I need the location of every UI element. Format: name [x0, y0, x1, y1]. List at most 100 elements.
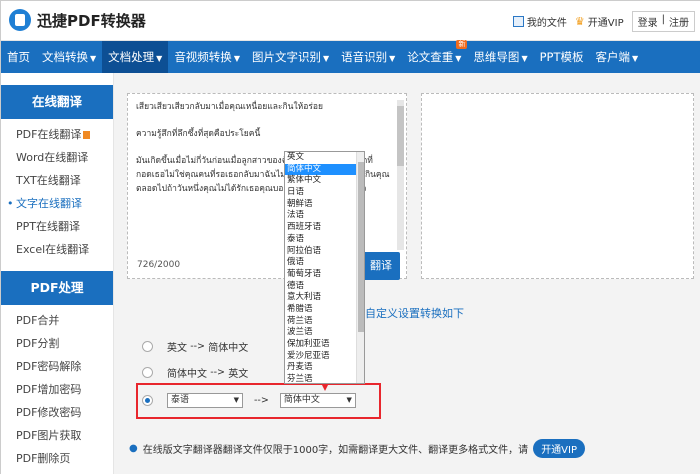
dropdown-option[interactable]: 繁体中文: [285, 175, 364, 187]
login-link[interactable]: 登录: [638, 14, 658, 29]
sidebar-item-items1-4[interactable]: PPT在线翻译: [1, 215, 113, 238]
sidebar-item-items1-2[interactable]: TXT在线翻译: [1, 169, 113, 192]
custom-settings-label: 自定义设置转换如下: [365, 307, 464, 320]
sidebar-item-items2-7[interactable]: PDF旋转: [1, 470, 113, 474]
caret-down-icon: ▼: [322, 54, 330, 63]
dropdown-option[interactable]: 德语: [285, 281, 364, 293]
option-zh-en-to: 英文: [228, 368, 249, 380]
caret-down-icon: ▼: [156, 54, 163, 63]
dropdown-option[interactable]: 丹麦语: [285, 362, 364, 374]
sidebar-item-items2-6[interactable]: PDF删除页: [1, 447, 113, 470]
sidebar-item-label: PDF删除页: [16, 452, 71, 465]
sidebar-item-label: Word在线翻译: [16, 151, 89, 164]
app-name: 迅捷PDF转换器: [37, 11, 146, 30]
radio-zh-en[interactable]: [142, 366, 153, 378]
open-vip-button[interactable]: 开通VIP: [533, 439, 586, 458]
radio-en-zh[interactable]: [142, 340, 153, 352]
nav-item-5[interactable]: 语音识别 ▼: [335, 41, 401, 73]
sidebar-item-items1-3[interactable]: 文字在线翻译: [1, 192, 113, 215]
top-links: 我的文件 ♛ 开通VIP 登录 | 注册: [512, 11, 695, 32]
bullet-icon: ●: [129, 443, 138, 454]
sidebar-item-items2-5[interactable]: PDF图片获取: [1, 424, 113, 447]
crown-icon: ♛: [574, 15, 585, 28]
nav-item-label: 文档转换: [42, 50, 88, 64]
dropdown-option[interactable]: 英文: [285, 152, 364, 164]
nav-item-4[interactable]: 图片文字识别 ▼: [246, 41, 335, 73]
nav-item-label: 思维导图: [473, 50, 520, 64]
nav-item-6[interactable]: 论文查重 ▼ 新: [401, 40, 468, 73]
pdf-icon: [83, 131, 91, 139]
nav-item-0[interactable]: 首页: [1, 41, 36, 73]
new-badge: 新: [456, 40, 468, 49]
sidebar-item-label: 文字在线翻译: [16, 197, 82, 210]
sidebar-item-label: TXT在线翻译: [16, 174, 81, 187]
source-scrollbar[interactable]: [397, 100, 404, 250]
sidebar-item-label: Excel在线翻译: [16, 243, 90, 256]
nav-item-2[interactable]: 文档处理 ▼: [102, 41, 169, 73]
result-text-area[interactable]: [421, 93, 694, 279]
sidebar-item-items2-4[interactable]: PDF修改密码: [1, 401, 113, 424]
nav-item-1[interactable]: 文档转换 ▼: [36, 41, 102, 73]
sidebar-item-items2-0[interactable]: PDF合并: [1, 309, 113, 332]
sidebar-item-label: PDF在线翻译: [16, 128, 82, 141]
dropdown-option[interactable]: 保加利亚语: [285, 339, 364, 351]
vip-link[interactable]: ♛ 开通VIP: [575, 14, 624, 29]
sidebar-item-items1-1[interactable]: Word在线翻译: [1, 146, 113, 169]
nav-item-label: 首页: [7, 50, 30, 64]
option-en-zh-from: 英文: [167, 342, 187, 354]
target-language-dropdown[interactable]: 英文 简体中文 繁体中文 日语 朝鲜语 法语 西班牙语 泰语 阿拉伯语 俄语 葡萄牙语 德语 意大利语希…: [284, 151, 365, 384]
sidebar-section-translate: 在线翻译: [1, 85, 113, 119]
logo[interactable]: 迅捷PDF转换器: [9, 9, 146, 31]
nav-item-8[interactable]: PPT模板: [534, 41, 590, 73]
option-zh-en[interactable]: 简体中文 --> 英文: [142, 361, 248, 383]
dropdown-option[interactable]: 朝鲜语: [285, 199, 364, 211]
dropdown-option[interactable]: 日语: [285, 187, 364, 199]
sidebar-item-items2-3[interactable]: PDF增加密码: [1, 378, 113, 401]
sidebar-item-items1-5[interactable]: Excel在线翻译: [1, 238, 113, 261]
caret-down-icon: ▼: [632, 54, 639, 63]
register-link[interactable]: 注册: [669, 14, 689, 29]
logo-icon: [9, 9, 31, 31]
dropdown-option[interactable]: 波兰语: [285, 327, 364, 339]
source-line: ความรู้สึกที่ลึกซึ้งที่สุดคือประโยคนี้: [136, 129, 261, 139]
my-files-link[interactable]: 我的文件: [512, 14, 567, 29]
nav-item-label: 语音识别: [341, 50, 388, 64]
sidebar-item-items1-0[interactable]: PDF在线翻译: [1, 123, 113, 146]
dropdown-option[interactable]: 法语: [285, 210, 364, 222]
option-zh-en-from: 简体中文: [167, 368, 207, 380]
nav-item-7[interactable]: 思维导图 ▼: [467, 41, 533, 73]
dropdown-option[interactable]: 西班牙语: [285, 222, 364, 234]
sidebar-item-label: PDF分割: [16, 337, 60, 350]
sidebar-item-items2-2[interactable]: PDF密码解除: [1, 355, 113, 378]
dropdown-option[interactable]: 荷兰语: [285, 316, 364, 328]
dropdown-option[interactable]: 葡萄牙语: [285, 269, 364, 281]
dropdown-scrollbar[interactable]: [356, 152, 364, 383]
nav-item-label: 客户端: [595, 50, 631, 64]
caret-down-icon: ▼: [233, 54, 240, 63]
dropdown-option[interactable]: 俄语: [285, 257, 364, 269]
option-en-zh-to: 简体中文: [208, 342, 249, 354]
dropdown-option[interactable]: 阿拉伯语: [285, 246, 364, 258]
dropdown-option[interactable]: 简体中文: [285, 163, 364, 176]
sidebar-item-items2-1[interactable]: PDF分割: [1, 332, 113, 355]
option-arrow: -->: [190, 340, 206, 352]
nav-item-9[interactable]: 客户端 ▼: [590, 41, 645, 73]
char-counter: 726/2000: [137, 260, 181, 270]
nav-item-label: 论文查重: [407, 50, 454, 64]
nav-item-3[interactable]: 音视频转换 ▼: [168, 41, 246, 73]
sidebar-item-label: PDF增加密码: [16, 383, 82, 396]
dropdown-scroll-thumb[interactable]: [358, 162, 364, 332]
source-scroll-thumb[interactable]: [397, 106, 404, 166]
source-paragraph: ความรู้สึกที่ลึกซึ้งที่สุดคือประโยคนี้: [136, 127, 391, 141]
caret-down-icon: ▼: [455, 54, 462, 63]
main-nav: 首页 文档转换 ▼ 文档处理 ▼ 音视频转换 ▼ 图片文字识别 ▼ 语音识别 ▼ 论文查重 ▼ 新思维导图…: [1, 40, 700, 73]
dropdown-option[interactable]: 希腊语: [285, 304, 364, 316]
dropdown-option[interactable]: 意大利语: [285, 292, 364, 304]
option-en-zh[interactable]: 英文 --> 简体中文: [142, 335, 248, 357]
source-paragraph: เสียวเสียวเสียวกลับมาเมื่อคุณเหนื่อยและก…: [136, 100, 391, 114]
caret-down-icon: ▼: [521, 54, 528, 63]
dropdown-option[interactable]: 泰语: [285, 234, 364, 246]
dropdown-option[interactable]: 爱沙尼亚语: [285, 351, 364, 363]
dropdown-option[interactable]: 芬兰语: [285, 374, 364, 383]
nav-item-label: 图片文字识别: [251, 50, 321, 64]
